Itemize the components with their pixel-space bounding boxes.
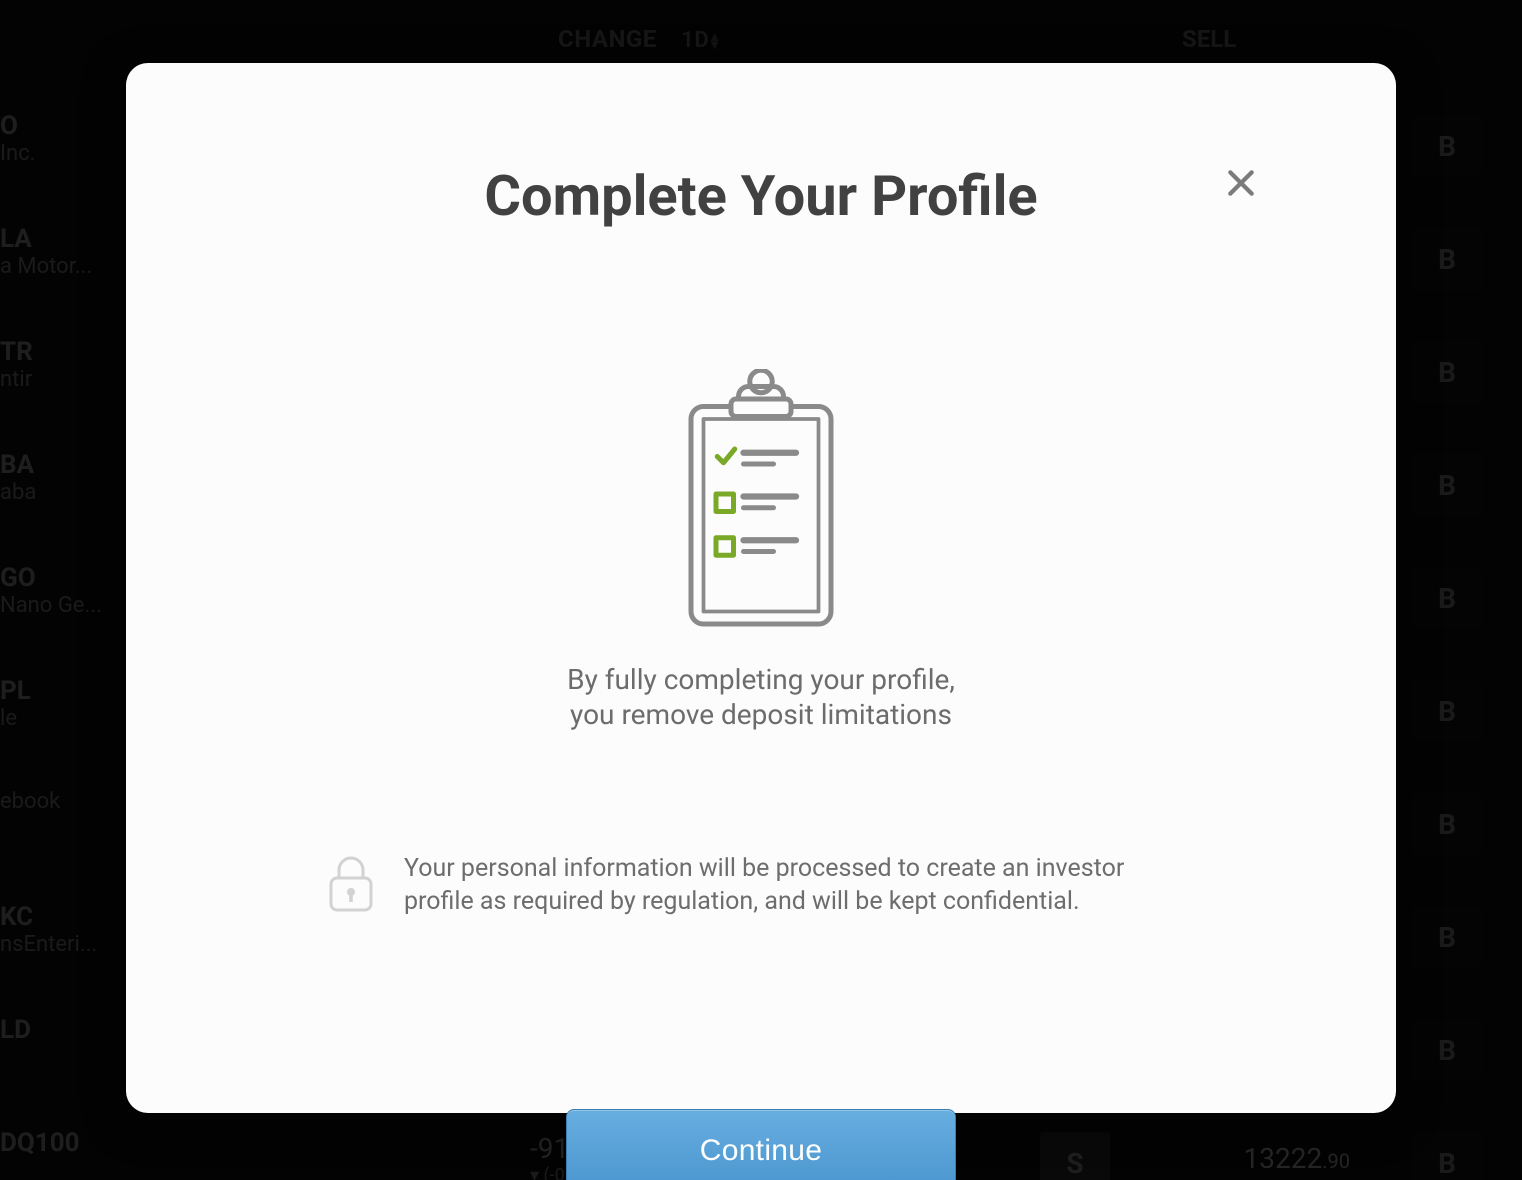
- modal-title: Complete Your Profile: [186, 163, 1336, 229]
- close-button[interactable]: [1216, 158, 1266, 208]
- privacy-text: Your personal information will be proces…: [404, 852, 1196, 920]
- complete-profile-modal: Complete Your Profile By fully completin…: [126, 63, 1396, 1113]
- privacy-note: Your personal information will be proces…: [326, 852, 1196, 920]
- clipboard-icon: [686, 369, 836, 632]
- continue-button[interactable]: Continue: [566, 1109, 956, 1180]
- lock-icon: [326, 852, 376, 918]
- close-icon: [1225, 167, 1257, 199]
- modal-description: By fully completing your profile, you re…: [551, 662, 971, 732]
